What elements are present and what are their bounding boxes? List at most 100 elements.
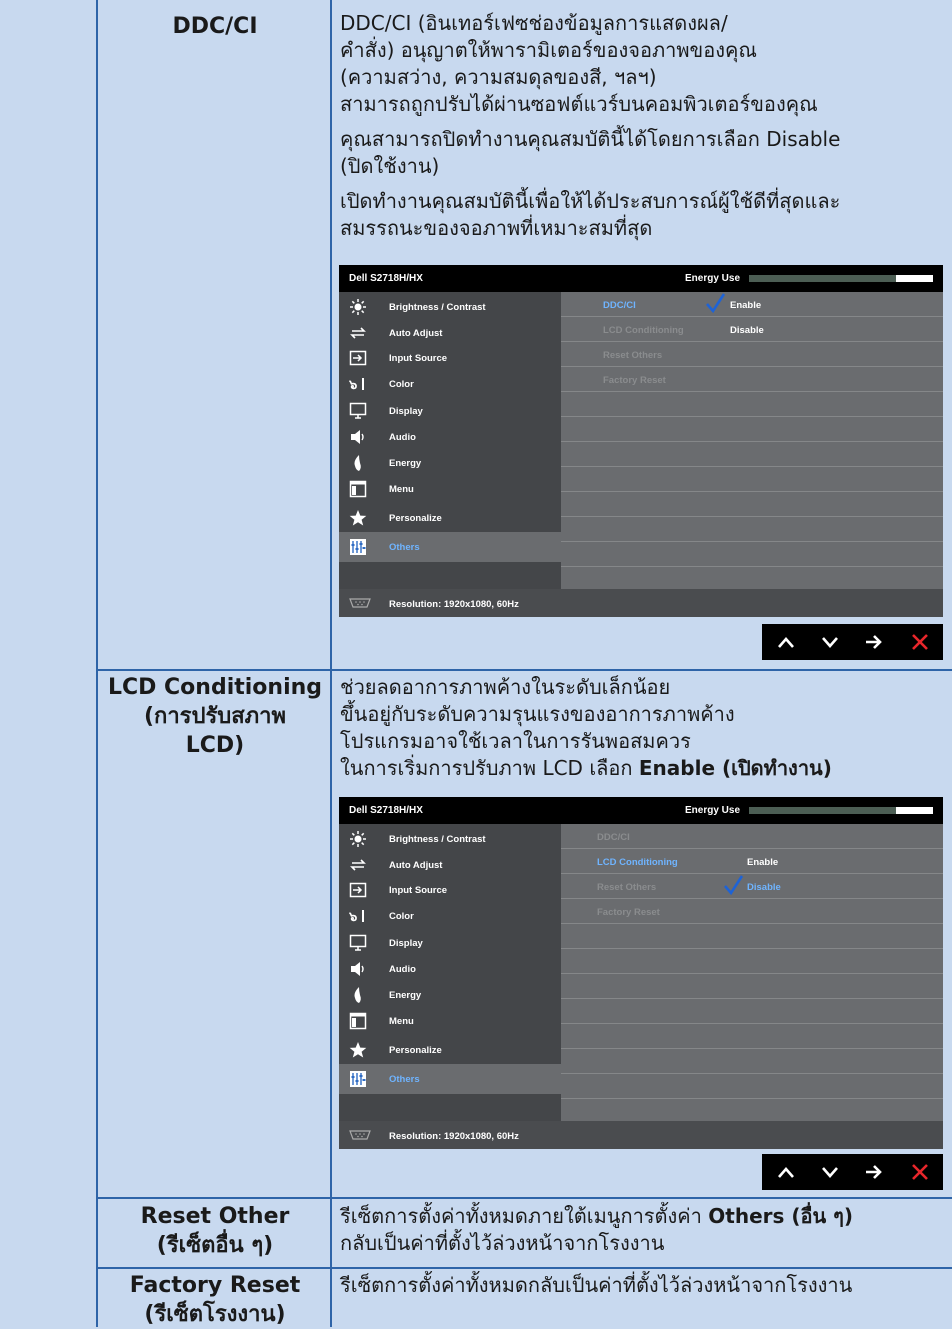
submenu-empty-row <box>561 1049 943 1074</box>
menu-item-personalize[interactable]: Personalize <box>339 1038 561 1063</box>
menu-item-input-source[interactable]: Input Source <box>339 346 561 371</box>
osd-main-menu: Brightness / Contrast Auto Adjust Input So… <box>339 292 561 589</box>
ddcci-desc-line: เปิดทำงานคุณสมบัตินี้เพื่อให้ได้ประสบการ… <box>340 189 841 213</box>
menu-item-others[interactable]: Others <box>339 532 561 562</box>
menu-item-label: Color <box>389 379 414 390</box>
menu-item-menu[interactable]: Menu <box>339 477 561 502</box>
close-icon <box>912 1164 928 1180</box>
lcd-conditioning-description: ช่วยลดอาการภาพค้างในระดับเล็กน้อย ขึ้นอย… <box>340 674 946 782</box>
factory-reset-description: รีเซ็ตการตั้งค่าทั้งหมดกลับเป็นค่าที่ตั้… <box>340 1272 946 1299</box>
manual-page: DDC/CI DDC/CI (อินเทอร์เฟซช่องข้อมูลการแ… <box>0 0 952 1327</box>
submenu-item-factory-reset[interactable]: Factory Reset <box>561 367 943 392</box>
vga-icon <box>349 1130 371 1140</box>
osd-model: Dell S2718H/HX <box>349 273 423 284</box>
menu-item-brightness[interactable]: Brightness / Contrast <box>339 827 561 852</box>
menu-item-personalize[interactable]: Personalize <box>339 506 561 531</box>
menu-item-label: Display <box>389 406 423 417</box>
menu-item-menu[interactable]: Menu <box>339 1009 561 1034</box>
submenu-item-lcd-conditioning[interactable]: LCD Conditioning Disable <box>561 317 943 342</box>
ddcci-desc-line: คุณสามารถปิดทำงานคุณสมบัตินี้ได้โดยการเล… <box>340 127 841 151</box>
submenu-item-reset-others[interactable]: Reset Others Disable <box>561 874 943 899</box>
submenu-item-ddcci[interactable]: DDC/CI <box>561 824 943 849</box>
submenu-empty-row <box>561 999 943 1024</box>
menu-item-label: Energy <box>389 990 422 1001</box>
submenu-empty-row <box>561 467 943 492</box>
disable-option[interactable]: Disable <box>730 325 764 336</box>
submenu-empty-row <box>561 1074 943 1099</box>
submenu-label: Factory Reset <box>603 375 666 386</box>
label-line: (รีเซ็ตอื่น ๆ) <box>156 1233 274 1258</box>
others-icon <box>349 1070 367 1088</box>
divider <box>96 0 98 1327</box>
submenu-empty-row <box>561 392 943 417</box>
resolution-text: Resolution: 1920x1080, 60Hz <box>389 1131 519 1142</box>
menu-item-energy[interactable]: Energy <box>339 983 561 1008</box>
ddcci-desc-line: สามารถถูกปรับได้ผ่านซอฟต์แวร์บนคอมพิวเตอ… <box>340 92 818 116</box>
menu-item-label: Energy <box>389 458 422 469</box>
right-button[interactable] <box>852 624 896 660</box>
close-button[interactable] <box>898 624 942 660</box>
ddcci-desc-line: DDC/CI (อินเทอร์เฟซช่องข้อมูลการแสดงผล/ <box>340 11 728 35</box>
osd-header: Dell S2718H/HX Energy Use <box>339 265 943 292</box>
osd-status-bar: Resolution: 1920x1080, 60Hz <box>339 589 943 617</box>
submenu-item-ddcci[interactable]: DDC/CI Enable <box>561 292 943 317</box>
menu-item-label: Color <box>389 911 414 922</box>
auto-adjust-icon <box>349 856 367 874</box>
down-icon <box>822 637 838 648</box>
close-button[interactable] <box>898 1154 942 1190</box>
down-button[interactable] <box>808 1154 852 1190</box>
menu-icon <box>349 1012 367 1030</box>
personalize-icon <box>349 1041 367 1059</box>
osd-submenu: DDC/CI Enable LCD Conditioning Disable R… <box>561 292 943 589</box>
submenu-item-reset-others[interactable]: Reset Others <box>561 342 943 367</box>
ddcci-desc-line: (ความสว่าง, ความสมดุลของสี, ฯลฯ) <box>340 65 657 89</box>
submenu-item-lcd-conditioning[interactable]: LCD Conditioning Enable <box>561 849 943 874</box>
enable-option[interactable]: Enable <box>747 857 778 868</box>
energy-icon <box>349 454 367 472</box>
submenu-item-factory-reset[interactable]: Factory Reset <box>561 899 943 924</box>
label-line: LCD) <box>185 733 245 758</box>
divider <box>96 1267 952 1269</box>
menu-item-audio[interactable]: Audio <box>339 957 561 982</box>
up-button[interactable] <box>764 1154 808 1190</box>
menu-item-display[interactable]: Display <box>339 931 561 956</box>
ddcci-desc-line: คำสั่ง) อนุญาตให้พารามิเตอร์ของจอภาพของค… <box>340 38 757 62</box>
right-icon <box>866 635 882 649</box>
resolution-text: Resolution: 1920x1080, 60Hz <box>389 599 519 610</box>
submenu-label: LCD Conditioning <box>597 857 678 868</box>
audio-icon <box>349 428 367 446</box>
menu-item-energy[interactable]: Energy <box>339 451 561 476</box>
down-button[interactable] <box>808 624 852 660</box>
ddcci-description: DDC/CI (อินเทอร์เฟซช่องข้อมูลการแสดงผล/ … <box>340 10 946 242</box>
brightness-icon <box>349 298 367 316</box>
others-icon <box>349 538 367 556</box>
desc-bold-text: Enable (เปิดทำงาน) <box>638 756 832 780</box>
menu-item-color[interactable]: ๖ Color <box>339 372 561 397</box>
label-line: Reset Other <box>140 1204 290 1229</box>
submenu-empty-row <box>561 949 943 974</box>
up-button[interactable] <box>764 624 808 660</box>
label-line: LCD Conditioning <box>107 675 323 700</box>
menu-item-auto-adjust[interactable]: Auto Adjust <box>339 321 561 346</box>
energy-use-bar <box>749 807 933 814</box>
submenu-empty-row <box>561 1024 943 1049</box>
menu-item-label: Brightness / Contrast <box>389 302 486 313</box>
menu-item-audio[interactable]: Audio <box>339 425 561 450</box>
right-button[interactable] <box>852 1154 896 1190</box>
menu-item-input-source[interactable]: Input Source <box>339 878 561 903</box>
desc-text: รีเซ็ตการตั้งค่าทั้งหมดภายใต้เมนูการตั้ง… <box>340 1204 709 1228</box>
submenu-empty-row <box>561 542 943 567</box>
submenu-label: Reset Others <box>597 882 657 893</box>
menu-item-display[interactable]: Display <box>339 399 561 424</box>
menu-item-label: Audio <box>389 964 416 975</box>
enable-option[interactable]: Enable <box>730 300 761 311</box>
menu-item-label: Others <box>389 542 420 553</box>
menu-item-others[interactable]: Others <box>339 1064 561 1094</box>
menu-item-color[interactable]: ๖ Color <box>339 904 561 929</box>
menu-item-auto-adjust[interactable]: Auto Adjust <box>339 853 561 878</box>
osd-nav-buttons <box>762 624 943 660</box>
energy-use-fill <box>896 275 933 282</box>
menu-item-brightness[interactable]: Brightness / Contrast <box>339 295 561 320</box>
disable-option[interactable]: Disable <box>747 882 781 893</box>
ddcci-desc-line: (ปิดใช้งาน) <box>340 154 440 178</box>
